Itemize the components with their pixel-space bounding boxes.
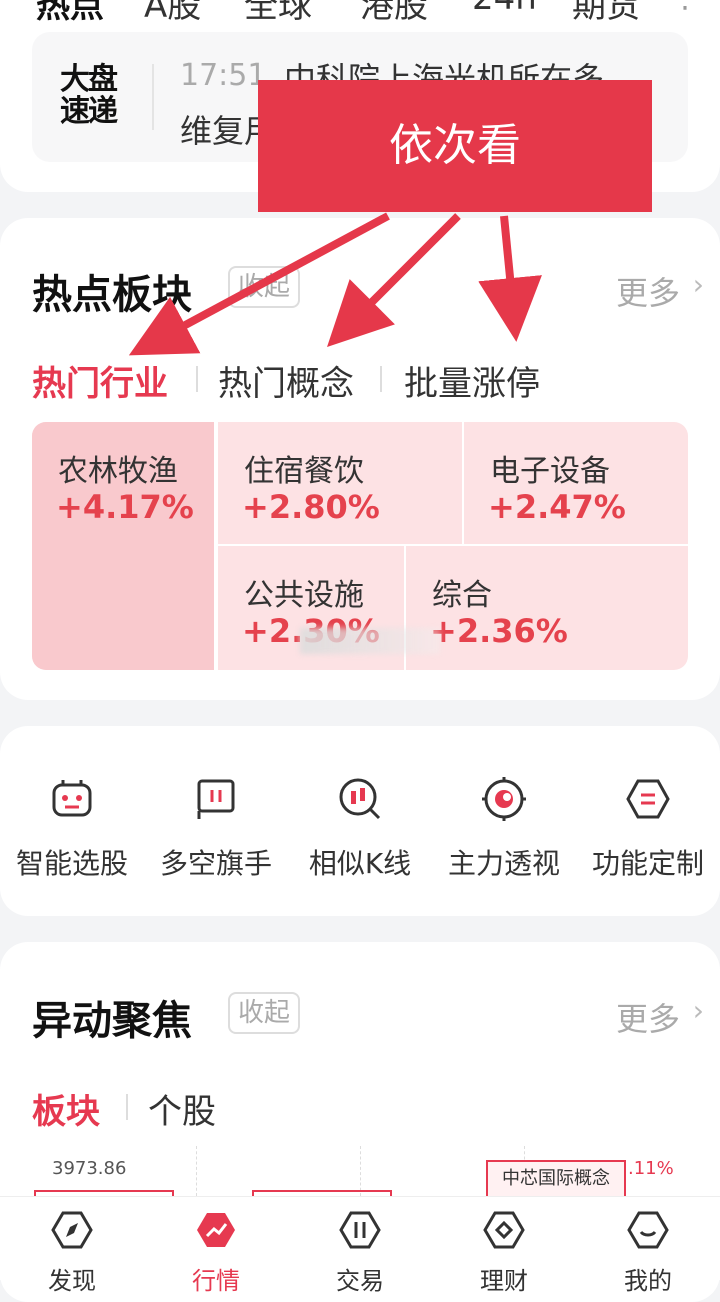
target-icon [482,777,526,821]
sector-name: 公共设施 [244,578,364,613]
sector-cell[interactable]: 电子设备 +2.47% [462,422,688,546]
chart-gridline [196,1146,197,1196]
tool-bull-bear-flag[interactable]: 多空旗手 [146,776,286,880]
nav-wealth[interactable]: 理财 [454,1209,554,1295]
tool-label: 功能定制 [591,847,704,880]
nav-label: 行情 [192,1267,240,1295]
flag-icon [197,779,235,819]
subtab-sector[interactable]: 板块 [32,1084,100,1133]
sector-cell[interactable]: 农林牧渔 +4.17% [32,422,216,670]
nav-discover[interactable]: 发现 [22,1209,122,1295]
subtab-stock[interactable]: 个股 [148,1084,216,1133]
nav-label: 发现 [48,1267,96,1295]
tool-label: 主力透视 [447,847,560,880]
robot-icon [52,780,92,817]
arrow-to-batch-limit-up [478,215,542,342]
sector-change: +2.80% [242,488,380,526]
tool-main-force-view[interactable]: 主力透视 [434,776,574,880]
sector-name: 电子设备 [490,454,610,489]
sector-name: 农林牧渔 [58,454,178,489]
nav-label: 交易 [336,1267,384,1295]
more-link[interactable]: 更多 [616,994,680,1040]
chevron-right-icon[interactable]: › [693,994,704,1027]
blur-patch [300,628,440,654]
trend-icon [197,1213,235,1247]
concept-tag-change: .11% [628,1158,674,1179]
hexagon-settings-icon [626,779,670,819]
sector-cell[interactable]: 住宿餐饮 +2.80% [216,422,464,546]
sector-cell[interactable]: 综合 +2.36% [404,544,688,670]
nav-market[interactable]: 行情 [166,1209,266,1295]
nav-profile[interactable]: 我的 [598,1209,698,1295]
chart-gridline [360,1146,361,1196]
divider [126,1094,128,1120]
candlestick-search-icon [339,778,381,820]
tool-similar-kline[interactable]: 相似K线 [290,776,430,880]
tool-custom-features[interactable]: 功能定制 [578,776,718,880]
sector-change: +2.47% [488,488,626,526]
tool-label: 相似K线 [308,847,412,880]
nav-label: 理财 [480,1267,528,1295]
compass-icon [51,1211,93,1249]
nav-trade[interactable]: 交易 [310,1209,410,1295]
exchange-icon [339,1211,381,1249]
sector-name: 住宿餐饮 [244,454,364,489]
tool-label: 多空旗手 [159,847,272,880]
sector-change: +2.36% [430,612,568,650]
nav-label: 我的 [624,1267,672,1295]
sector-change: +4.17% [56,488,194,526]
mini-chart-value: 3973.86 [52,1158,127,1179]
profile-icon [627,1211,669,1249]
bottom-nav: 发现 行情 交易 理财 我的 [0,1196,720,1295]
collapse-button[interactable]: 收起 [228,992,300,1034]
annotation-arrows [128,212,542,356]
sector-name: 综合 [432,578,492,613]
anomaly-focus-title: 异动聚焦 [32,998,192,1044]
wallet-icon [483,1211,525,1249]
tool-label: 智能选股 [15,847,128,880]
tool-smart-stock-pick[interactable]: 智能选股 [2,776,142,880]
concept-tag[interactable]: 中芯国际概念 [486,1160,626,1198]
